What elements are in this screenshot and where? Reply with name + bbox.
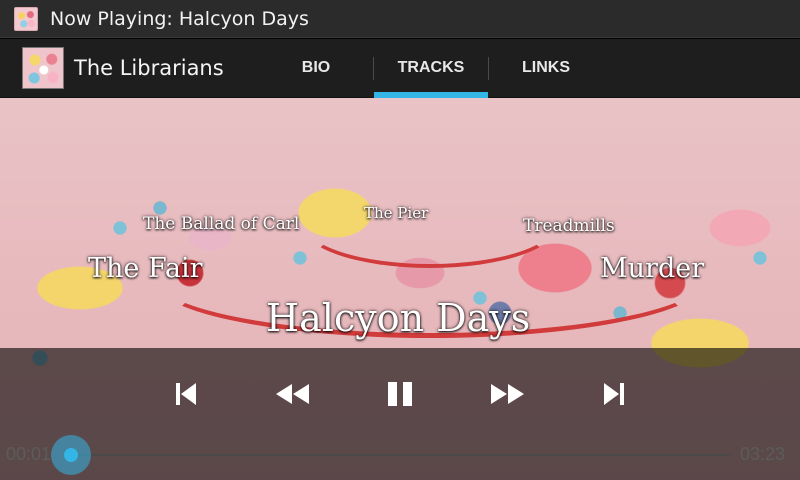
rewind-button[interactable]	[271, 376, 315, 412]
decorative-lace	[300, 178, 560, 268]
previous-button[interactable]	[164, 376, 208, 412]
tab-bio[interactable]: BIO	[259, 39, 373, 98]
track-murder[interactable]: Murder	[600, 253, 704, 284]
elapsed-time: 00:01	[6, 444, 52, 464]
rewind-icon	[276, 384, 309, 404]
track-the-pier[interactable]: The Pier	[364, 204, 428, 222]
fast-forward-button[interactable]	[485, 376, 529, 412]
pause-button[interactable]	[378, 376, 422, 412]
fast-forward-icon	[491, 384, 524, 404]
tab-bio-label: BIO	[301, 59, 331, 76]
total-duration: 03:23	[740, 444, 786, 464]
window-title: Now Playing: Halcyon Days	[50, 7, 309, 30]
artist-name: The Librarians	[74, 56, 224, 80]
tab-links-label: LINKS	[522, 59, 570, 76]
skip-next-icon	[604, 383, 624, 405]
tab-tracks[interactable]: TRACKS	[374, 39, 488, 98]
album-art-icon	[14, 6, 38, 31]
track-treadmills[interactable]: Treadmills	[523, 216, 615, 236]
next-button[interactable]	[592, 376, 636, 412]
track-ballad-of-carl[interactable]: The Ballad of Carl	[143, 214, 299, 234]
pause-icon	[388, 382, 412, 406]
skip-previous-icon	[176, 383, 196, 405]
player-controls: 00:01 03:23	[0, 348, 800, 480]
album-thumbnail[interactable]	[22, 47, 64, 89]
track-halcyon-days-now-playing[interactable]: Halcyon Days	[266, 296, 530, 340]
tab-bar: BIO TRACKS LINKS	[259, 39, 603, 98]
title-bar: Now Playing: Halcyon Days	[0, 0, 800, 38]
track-the-fair[interactable]: The Fair	[88, 253, 203, 284]
action-bar: The Librarians BIO TRACKS LINKS	[0, 39, 800, 98]
seek-thumb-handle	[51, 435, 91, 475]
seek-bar[interactable]	[66, 454, 730, 456]
seek-thumb[interactable]	[46, 434, 96, 476]
tab-tracks-label: TRACKS	[397, 59, 465, 76]
tab-links[interactable]: LINKS	[489, 39, 603, 98]
